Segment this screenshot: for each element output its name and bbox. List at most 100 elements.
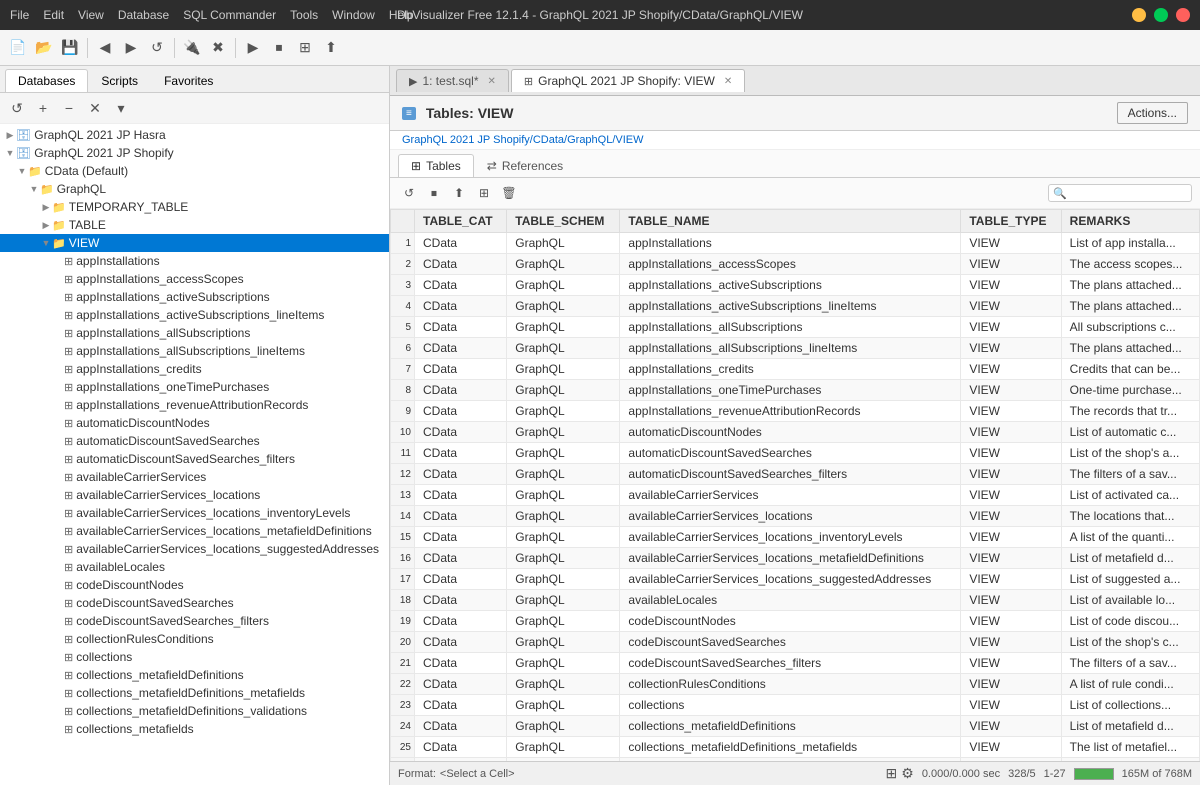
tree-filter-btn[interactable]: ✕ [83, 96, 107, 120]
tree-item[interactable]: ⊞collections_metafieldDefinitions_valida… [0, 702, 389, 720]
table-row[interactable]: 22 CData GraphQL collectionRulesConditio… [391, 674, 1200, 695]
tree-item[interactable]: ⊞availableCarrierServices_locations_meta… [0, 522, 389, 540]
tree-item[interactable]: ▶📁TABLE [0, 216, 389, 234]
tree-refresh-btn[interactable]: ↺ [5, 96, 29, 120]
data-table-container[interactable]: TABLE_CAT TABLE_SCHEM TABLE_NAME TABLE_T… [390, 209, 1200, 761]
tree-item[interactable]: ⊞automaticDiscountNodes [0, 414, 389, 432]
toolbar-connect[interactable]: 🔌 [180, 36, 204, 60]
tree-item[interactable]: ⊞collections [0, 648, 389, 666]
tree-item[interactable]: ⊞availableCarrierServices [0, 468, 389, 486]
table-delete-btn[interactable]: 🗑 [498, 182, 520, 204]
tree-item[interactable]: ⊞appInstallations_oneTimePurchases [0, 378, 389, 396]
tree-item[interactable]: ▶📁TEMPORARY_TABLE [0, 198, 389, 216]
table-row[interactable]: 24 CData GraphQL collections_metafieldDe… [391, 716, 1200, 737]
tree-item[interactable]: ⊞appInstallations [0, 252, 389, 270]
minimize-button[interactable] [1132, 8, 1146, 22]
graphql-tab-close[interactable]: ✕ [724, 76, 732, 87]
toolbar-forward[interactable]: ▶ [119, 36, 143, 60]
toolbar-open[interactable]: 📂 [32, 36, 56, 60]
table-row[interactable]: 10 CData GraphQL automaticDiscountNodes … [391, 422, 1200, 443]
table-row[interactable]: 15 CData GraphQL availableCarrierService… [391, 527, 1200, 548]
tree-item[interactable]: ▼📁GraphQL [0, 180, 389, 198]
tree-item[interactable]: ▼📁CData (Default) [0, 162, 389, 180]
tree-collapse-btn[interactable]: − [57, 96, 81, 120]
table-row[interactable]: 14 CData GraphQL availableCarrierService… [391, 506, 1200, 527]
table-refresh-btn[interactable]: ↺ [398, 182, 420, 204]
tree-item[interactable]: ⊞appInstallations_accessScopes [0, 270, 389, 288]
table-row[interactable]: 12 CData GraphQL automaticDiscountSavedS… [391, 464, 1200, 485]
tab-databases[interactable]: Databases [5, 69, 88, 92]
table-row[interactable]: 1 CData GraphQL appInstallations VIEW Li… [391, 233, 1200, 254]
tree-item[interactable]: ⊞appInstallations_activeSubscriptions [0, 288, 389, 306]
tree-item[interactable]: ⊞collections_metafields [0, 720, 389, 738]
tree-item[interactable]: ⊞appInstallations_allSubscriptions_lineI… [0, 342, 389, 360]
tree-item[interactable]: ⊞collectionRulesConditions [0, 630, 389, 648]
table-row[interactable]: 6 CData GraphQL appInstallations_allSubs… [391, 338, 1200, 359]
menu-view[interactable]: View [78, 8, 104, 22]
tree-item[interactable]: ⊞appInstallations_revenueAttributionReco… [0, 396, 389, 414]
tree-item[interactable]: ⊞automaticDiscountSavedSearches [0, 432, 389, 450]
col-table-type[interactable]: TABLE_TYPE [961, 210, 1061, 233]
table-row[interactable]: 11 CData GraphQL automaticDiscountSavedS… [391, 443, 1200, 464]
table-row[interactable]: 4 CData GraphQL appInstallations_activeS… [391, 296, 1200, 317]
tab-favorites[interactable]: Favorites [151, 69, 226, 92]
tree-item[interactable]: ⊞availableCarrierServices_locations_sugg… [0, 540, 389, 558]
tab-graphql[interactable]: ⊞ GraphQL 2021 JP Shopify: VIEW ✕ [511, 69, 745, 92]
tree-expand-btn[interactable]: + [31, 96, 55, 120]
tree-options-btn[interactable]: ▾ [109, 96, 133, 120]
table-export-btn[interactable]: ⬆ [448, 182, 470, 204]
inner-tab-references[interactable]: ⇄ References [474, 154, 576, 177]
breadcrumb[interactable]: GraphQL 2021 JP Shopify/CData/GraphQL/VI… [390, 131, 1200, 150]
table-row[interactable]: 19 CData GraphQL codeDiscountNodes VIEW … [391, 611, 1200, 632]
col-table-name[interactable]: TABLE_NAME [620, 210, 961, 233]
inner-tab-tables[interactable]: ⊞ Tables [398, 154, 474, 177]
tree-item[interactable]: ⊞availableCarrierServices_locations_inve… [0, 504, 389, 522]
col-remarks[interactable]: REMARKS [1061, 210, 1199, 233]
table-row[interactable]: 7 CData GraphQL appInstallations_credits… [391, 359, 1200, 380]
table-grid-btn[interactable]: ⊞ [473, 182, 495, 204]
tree-item[interactable]: ▼🗄GraphQL 2021 JP Shopify [0, 144, 389, 162]
tab-sql[interactable]: ▶ 1: test.sql* ✕ [396, 69, 509, 92]
tree-item[interactable]: ⊞codeDiscountSavedSearches [0, 594, 389, 612]
tab-scripts[interactable]: Scripts [88, 69, 151, 92]
sql-tab-close[interactable]: ✕ [488, 76, 496, 87]
tree-item[interactable]: ▼📁VIEW [0, 234, 389, 252]
table-stop-btn[interactable]: ⏹ [423, 182, 445, 204]
tree-item[interactable]: ⊞codeDiscountNodes [0, 576, 389, 594]
table-row[interactable]: 9 CData GraphQL appInstallations_revenue… [391, 401, 1200, 422]
menu-database[interactable]: Database [118, 8, 169, 22]
table-row[interactable]: 5 CData GraphQL appInstallations_allSubs… [391, 317, 1200, 338]
toolbar-disconnect[interactable]: ✖ [206, 36, 230, 60]
menu-tools[interactable]: Tools [290, 8, 318, 22]
close-button[interactable] [1176, 8, 1190, 22]
actions-button[interactable]: Actions... [1117, 102, 1188, 124]
tree-item[interactable]: ⊞automaticDiscountSavedSearches_filters [0, 450, 389, 468]
table-row[interactable]: 18 CData GraphQL availableLocales VIEW L… [391, 590, 1200, 611]
menu-file[interactable]: File [10, 8, 29, 22]
toolbar-save[interactable]: 💾 [58, 36, 82, 60]
table-row[interactable]: 2 CData GraphQL appInstallations_accessS… [391, 254, 1200, 275]
table-row[interactable]: 3 CData GraphQL appInstallations_activeS… [391, 275, 1200, 296]
tree-item[interactable]: ⊞availableLocales [0, 558, 389, 576]
table-row[interactable]: 21 CData GraphQL codeDiscountSavedSearch… [391, 653, 1200, 674]
toolbar-export[interactable]: ⬆ [319, 36, 343, 60]
col-table-cat[interactable]: TABLE_CAT [415, 210, 507, 233]
toolbar-refresh[interactable]: ↺ [145, 36, 169, 60]
table-row[interactable]: 23 CData GraphQL collections VIEW List o… [391, 695, 1200, 716]
toolbar-run[interactable]: ▶ [241, 36, 265, 60]
tree-item[interactable]: ⊞collections_metafieldDefinitions [0, 666, 389, 684]
table-row[interactable]: 25 CData GraphQL collections_metafieldDe… [391, 737, 1200, 758]
table-row[interactable]: 16 CData GraphQL availableCarrierService… [391, 548, 1200, 569]
table-row[interactable]: 20 CData GraphQL codeDiscountSavedSearch… [391, 632, 1200, 653]
tree-item[interactable]: ⊞appInstallations_credits [0, 360, 389, 378]
tree-item[interactable]: ⊞availableCarrierServices_locations [0, 486, 389, 504]
tree-item[interactable]: ▶🗄GraphQL 2021 JP Hasra [0, 126, 389, 144]
col-table-schem[interactable]: TABLE_SCHEM [507, 210, 620, 233]
toolbar-stop[interactable]: ⏹ [267, 36, 291, 60]
maximize-button[interactable] [1154, 8, 1168, 22]
tree-item[interactable]: ⊞collections_metafieldDefinitions_metafi… [0, 684, 389, 702]
search-input[interactable] [1067, 186, 1187, 200]
table-row[interactable]: 8 CData GraphQL appInstallations_oneTime… [391, 380, 1200, 401]
toolbar-new[interactable]: 📄 [6, 36, 30, 60]
toolbar-grid[interactable]: ⊞ [293, 36, 317, 60]
